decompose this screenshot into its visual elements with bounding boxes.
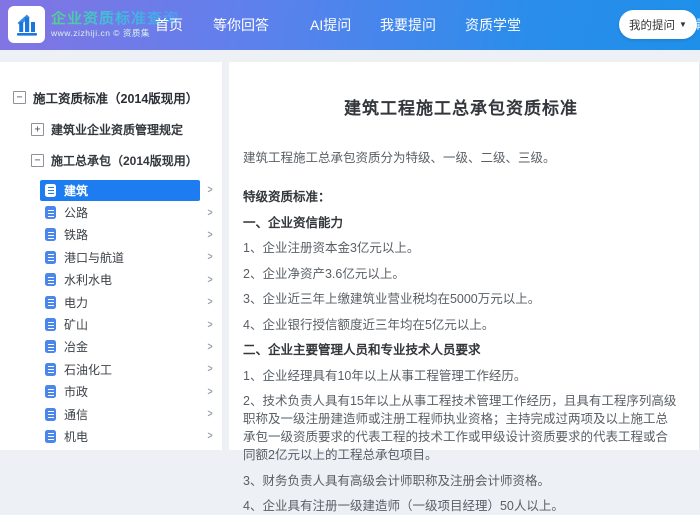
- tree-group-management-rules[interactable]: + 建筑业企业资质管理规定: [31, 121, 222, 138]
- document-icon: [45, 206, 56, 220]
- sidebar-item-railway[interactable]: 铁路 >: [0, 224, 222, 246]
- chevron-right-icon: >: [207, 408, 213, 421]
- sidebar-item-label: 电力: [64, 295, 89, 310]
- sidebar-item-label: 市政: [64, 385, 89, 400]
- document-icon: [45, 228, 56, 242]
- chevron-right-icon: >: [207, 385, 213, 398]
- document-icon: [45, 183, 56, 197]
- sidebar-item-label: 建筑: [64, 183, 89, 198]
- nav-ask-question[interactable]: 我要提问: [380, 0, 436, 50]
- chevron-right-icon: >: [207, 363, 213, 376]
- collapse-icon[interactable]: −: [31, 154, 44, 167]
- document-icon: [45, 385, 56, 399]
- sidebar-item-electromechanical[interactable]: 机电 >: [0, 425, 222, 447]
- chevron-right-icon: >: [207, 273, 213, 286]
- document-icon: [45, 340, 56, 354]
- sidebar-item-label: 矿山: [64, 318, 89, 333]
- sidebar-item-label: 港口与航道: [64, 250, 125, 265]
- article-panel: 建筑工程施工总承包资质标准 建筑工程施工总承包资质分为特级、一级、二级、三级。 …: [229, 62, 700, 513]
- sidebar-item-port-waterway[interactable]: 港口与航道 >: [0, 246, 222, 268]
- page-title: 建筑工程施工总承包资质标准: [344, 99, 578, 118]
- sidebar-item-petrochemical[interactable]: 石油化工 >: [0, 358, 222, 380]
- sidebar-item-label: 公路: [64, 206, 89, 221]
- article-paragraph: 1、企业经理具有10年以上从事工程管理工作经历。: [243, 368, 527, 383]
- sidebar-item-label: 水利水电: [64, 273, 113, 288]
- tree-group-label: 建筑业企业资质管理规定: [51, 123, 184, 137]
- document-icon: [45, 362, 56, 376]
- sidebar-item-water-conservancy[interactable]: 水利水电 >: [0, 269, 222, 291]
- chevron-right-icon: >: [207, 206, 213, 219]
- sidebar-item-label: 石油化工: [64, 362, 113, 377]
- nav-waiting-answers[interactable]: 等你回答: [213, 0, 269, 50]
- site-logo-icon: [8, 6, 45, 43]
- section-heading: 一、企业资信能力: [243, 215, 344, 230]
- article-paragraph: 2、企业净资产3.6亿元以上。: [243, 266, 405, 281]
- article-paragraph: 4、企业银行授信额度近三年均在5亿元以上。: [243, 317, 495, 332]
- building-icon: [16, 14, 37, 36]
- sidebar-item-highway[interactable]: 公路 >: [0, 201, 222, 223]
- my-questions-button[interactable]: 我的提问 ▼: [619, 10, 697, 39]
- chevron-right-icon: >: [207, 184, 213, 197]
- my-questions-label: 我的提问: [629, 19, 675, 32]
- sidebar-item-metallurgy[interactable]: 冶金 >: [0, 336, 222, 358]
- sidebar-item-label: 冶金: [64, 340, 89, 355]
- section-heading: 特级资质标准：: [243, 190, 331, 204]
- collapse-icon[interactable]: −: [13, 91, 26, 104]
- chevron-right-icon: >: [207, 340, 213, 353]
- sidebar-item-building[interactable]: 建筑 >: [0, 179, 222, 201]
- sidebar-item-label: 机电: [64, 429, 89, 444]
- chevron-right-icon: >: [207, 251, 213, 264]
- chevron-right-icon: >: [207, 228, 213, 241]
- article-paragraph: 1、企业注册资本金3亿元以上。: [243, 241, 420, 255]
- sidebar-tree: − 施工资质标准（2014版现用） + 建筑业企业资质管理规定 − 施工总承包（…: [0, 62, 222, 450]
- document-icon: [45, 250, 56, 264]
- sidebar-item-electric-power[interactable]: 电力 >: [0, 291, 222, 313]
- article-paragraph: 2、技术负责人具有15年以上从事工程技术管理工作经历，且具有工程序列高级职称及一…: [243, 394, 677, 462]
- chevron-right-icon: >: [207, 430, 213, 443]
- tree-root-label: 施工资质标准（2014版现用）: [33, 92, 199, 106]
- caret-down-icon: ▼: [679, 20, 687, 29]
- document-icon: [45, 429, 56, 443]
- site-logo[interactable]: 企业资质标准查询 www.zizhiji.cn © 资质集: [8, 6, 179, 43]
- sidebar-item-list: 建筑 > 公路 > 铁路 > 港口与航道 > 水利水电 > 电力 > 矿山 > …: [0, 179, 222, 448]
- nav-home[interactable]: 首页: [155, 0, 183, 50]
- sidebar-item-telecom[interactable]: 通信 >: [0, 403, 222, 425]
- tree-root-construction-standards[interactable]: − 施工资质标准（2014版现用）: [0, 62, 222, 107]
- top-header: 企业资质标准查询 www.zizhiji.cn © 资质集 首页 等你回答 AI…: [0, 0, 700, 50]
- sidebar-item-label: 通信: [64, 407, 89, 422]
- chevron-right-icon: >: [207, 318, 213, 331]
- document-icon: [45, 295, 56, 309]
- nav-ai-ask[interactable]: AI提问: [310, 0, 351, 50]
- tree-group-label: 施工总承包（2014版现用）: [51, 154, 198, 168]
- article-paragraph: 4、企业具有注册一级建造师（一级项目经理）50人以上。: [243, 499, 564, 513]
- chevron-right-icon: >: [207, 296, 213, 309]
- document-icon: [45, 407, 56, 421]
- sidebar-item-mining[interactable]: 矿山 >: [0, 313, 222, 335]
- article-paragraph: 3、财务负责人具有高级会计师职称及注册会计师资格。: [243, 473, 550, 488]
- expand-icon[interactable]: +: [31, 123, 44, 136]
- document-icon: [45, 273, 56, 287]
- sidebar-item-municipal[interactable]: 市政 >: [0, 381, 222, 403]
- nav-qualification-school[interactable]: 资质学堂: [465, 0, 521, 50]
- document-icon: [45, 318, 56, 332]
- article-paragraph: 3、企业近三年上缴建筑业营业税均在5000万元以上。: [243, 292, 541, 306]
- sidebar-item-label: 铁路: [64, 228, 89, 243]
- section-heading: 二、企业主要管理人员和专业技术人员要求: [243, 343, 481, 357]
- tree-group-general-contracting[interactable]: − 施工总承包（2014版现用）: [31, 152, 222, 169]
- article-intro: 建筑工程施工总承包资质分为特级、一级、二级、三级。: [243, 151, 556, 165]
- nav-partial-item[interactable]: 请: [692, 0, 700, 50]
